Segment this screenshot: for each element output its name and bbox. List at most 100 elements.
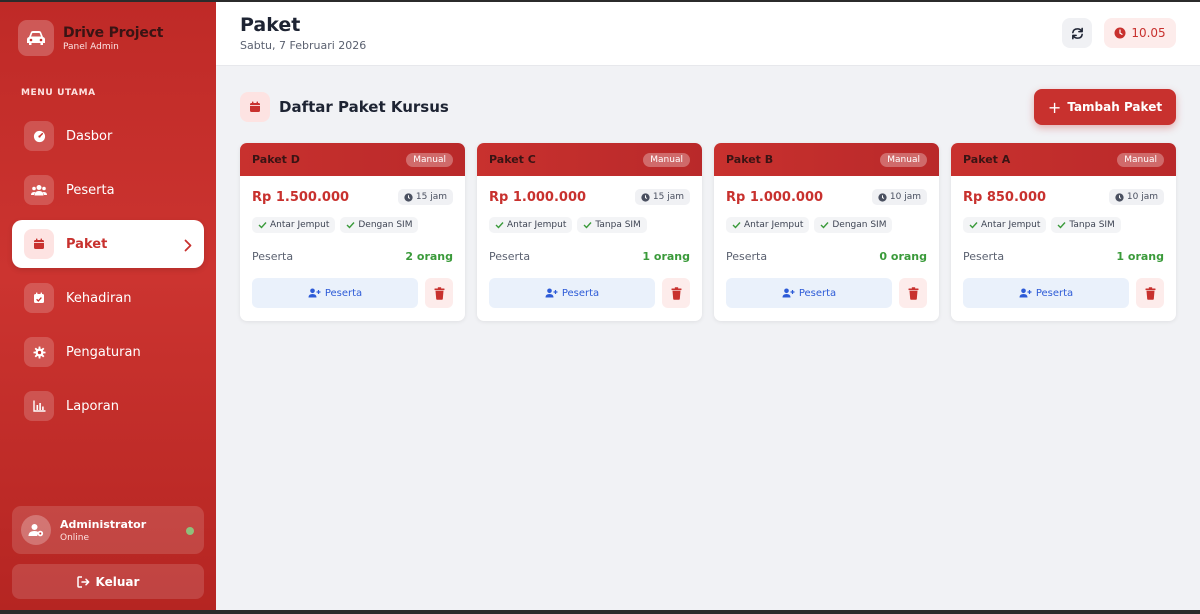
sidebar-item-paket[interactable]: Paket bbox=[12, 220, 204, 268]
feature-tag: Tanpa SIM bbox=[577, 217, 647, 233]
package-price: Rp 1.000.000 bbox=[489, 189, 587, 205]
transmission-badge: Manual bbox=[880, 152, 927, 167]
feature-text: Tanpa SIM bbox=[595, 220, 641, 230]
duration-text: 15 jam bbox=[652, 192, 684, 202]
app-window: Drive Project Panel Admin MENU UTAMA Das… bbox=[0, 2, 1200, 610]
page-date: Sabtu, 7 Februari 2026 bbox=[240, 39, 367, 52]
trash-icon bbox=[434, 286, 444, 300]
feature-list: Antar Jemput Dengan SIM bbox=[252, 217, 423, 233]
package-card: Paket B Manual Rp 1.000.000 10 jam Antar… bbox=[714, 143, 939, 321]
sidebar-item-label: Paket bbox=[66, 236, 108, 252]
user-plus-icon bbox=[782, 288, 795, 298]
trash-icon bbox=[671, 286, 681, 300]
feature-text: Antar Jemput bbox=[744, 220, 804, 230]
delete-package-button[interactable] bbox=[425, 278, 453, 308]
package-name: Paket A bbox=[963, 153, 1011, 166]
feature-list: Antar Jemput Dengan SIM bbox=[726, 217, 897, 233]
package-price: Rp 1.000.000 bbox=[726, 189, 824, 205]
package-cards: Paket D Manual Rp 1.500.000 15 jam Antar… bbox=[240, 143, 1188, 321]
feature-list: Antar Jemput Tanpa SIM bbox=[489, 217, 652, 233]
section-header: Daftar Paket Kursus bbox=[240, 92, 449, 122]
sidebar-item-peserta[interactable]: Peserta bbox=[12, 166, 204, 214]
add-participant-label: Peserta bbox=[798, 287, 837, 299]
sidebar-item-label: Peserta bbox=[66, 182, 115, 198]
participant-count: 2 orang bbox=[405, 250, 453, 263]
refresh-icon bbox=[1071, 27, 1083, 39]
check-icon bbox=[1057, 222, 1066, 229]
calendar-check-icon bbox=[24, 283, 54, 313]
participant-count: 1 orang bbox=[642, 250, 690, 263]
participant-label: Peserta bbox=[252, 250, 294, 263]
participant-count: 1 orang bbox=[1116, 250, 1164, 263]
clock-icon bbox=[1114, 27, 1126, 39]
add-participant-button[interactable]: Peserta bbox=[252, 278, 418, 308]
clock-icon bbox=[1115, 192, 1124, 202]
user-profile[interactable]: Administrator Online bbox=[12, 506, 204, 554]
user-plus-icon bbox=[308, 288, 321, 298]
sidebar-item-label: Pengaturan bbox=[66, 344, 141, 360]
delete-package-button[interactable] bbox=[1136, 278, 1164, 308]
participant-row: Peserta 0 orang bbox=[726, 250, 927, 263]
package-card: Paket C Manual Rp 1.000.000 15 jam Antar… bbox=[477, 143, 702, 321]
sidebar-item-label: Laporan bbox=[66, 398, 119, 414]
clock-badge: 10.05 bbox=[1104, 18, 1176, 48]
feature-text: Dengan SIM bbox=[358, 220, 413, 230]
calendar-icon bbox=[24, 229, 54, 259]
sidebar-item-laporan[interactable]: Laporan bbox=[12, 382, 204, 430]
feature-tag: Antar Jemput bbox=[726, 217, 810, 233]
duration-badge: 15 jam bbox=[397, 189, 453, 205]
sidebar-item-kehadiran[interactable]: Kehadiran bbox=[12, 274, 204, 322]
sidebar-item-pengaturan[interactable]: Pengaturan bbox=[12, 328, 204, 376]
feature-tag: Dengan SIM bbox=[814, 217, 893, 233]
transmission-badge: Manual bbox=[643, 152, 690, 167]
chevron-right-icon bbox=[184, 237, 192, 256]
feature-text: Antar Jemput bbox=[270, 220, 330, 230]
add-package-button[interactable]: + Tambah Paket bbox=[1034, 89, 1176, 125]
package-card: Paket D Manual Rp 1.500.000 15 jam Antar… bbox=[240, 143, 465, 321]
menu-section-label: MENU UTAMA bbox=[21, 88, 96, 98]
online-indicator bbox=[186, 527, 194, 535]
sidebar-nav: Dasbor Peserta Paket Kehadiran Pengatura… bbox=[12, 112, 204, 436]
chart-icon bbox=[24, 391, 54, 421]
delete-package-button[interactable] bbox=[899, 278, 927, 308]
brand-title: Drive Project bbox=[63, 24, 164, 41]
refresh-button[interactable] bbox=[1062, 18, 1092, 48]
participant-label: Peserta bbox=[726, 250, 768, 263]
user-avatar-icon bbox=[21, 515, 51, 545]
clock-time: 10.05 bbox=[1131, 26, 1166, 40]
add-participant-button[interactable]: Peserta bbox=[489, 278, 655, 308]
check-icon bbox=[969, 222, 978, 229]
check-icon bbox=[583, 222, 592, 229]
add-participant-label: Peserta bbox=[324, 287, 363, 299]
check-icon bbox=[820, 222, 829, 229]
package-name: Paket D bbox=[252, 153, 300, 166]
feature-tag: Antar Jemput bbox=[489, 217, 573, 233]
duration-badge: 15 jam bbox=[634, 189, 690, 205]
clock-icon bbox=[878, 192, 887, 202]
participant-count: 0 orang bbox=[879, 250, 927, 263]
duration-text: 10 jam bbox=[889, 192, 921, 202]
page-header: Paket Sabtu, 7 Februari 2026 10.05 bbox=[216, 2, 1200, 66]
feature-tag: Tanpa SIM bbox=[1051, 217, 1121, 233]
duration-text: 10 jam bbox=[1126, 192, 1158, 202]
sidebar-item-dasbor[interactable]: Dasbor bbox=[12, 112, 204, 160]
logout-label: Keluar bbox=[95, 574, 140, 589]
check-icon bbox=[258, 222, 267, 229]
duration-text: 15 jam bbox=[415, 192, 447, 202]
feature-text: Dengan SIM bbox=[832, 220, 887, 230]
check-icon bbox=[732, 222, 741, 229]
add-package-label: Tambah Paket bbox=[1067, 100, 1163, 114]
participant-label: Peserta bbox=[963, 250, 1005, 263]
delete-package-button[interactable] bbox=[662, 278, 690, 308]
users-icon bbox=[24, 175, 54, 205]
sidebar: Drive Project Panel Admin MENU UTAMA Das… bbox=[0, 2, 216, 610]
sidebar-item-label: Kehadiran bbox=[66, 290, 132, 306]
calendar-icon bbox=[240, 92, 270, 122]
add-participant-button[interactable]: Peserta bbox=[963, 278, 1129, 308]
main-content: Paket Sabtu, 7 Februari 2026 10.05 Dafta… bbox=[216, 2, 1200, 610]
add-participant-button[interactable]: Peserta bbox=[726, 278, 892, 308]
user-status: Online bbox=[60, 532, 90, 543]
logout-button[interactable]: Keluar bbox=[12, 564, 204, 599]
check-icon bbox=[346, 222, 355, 229]
feature-tag: Antar Jemput bbox=[963, 217, 1047, 233]
